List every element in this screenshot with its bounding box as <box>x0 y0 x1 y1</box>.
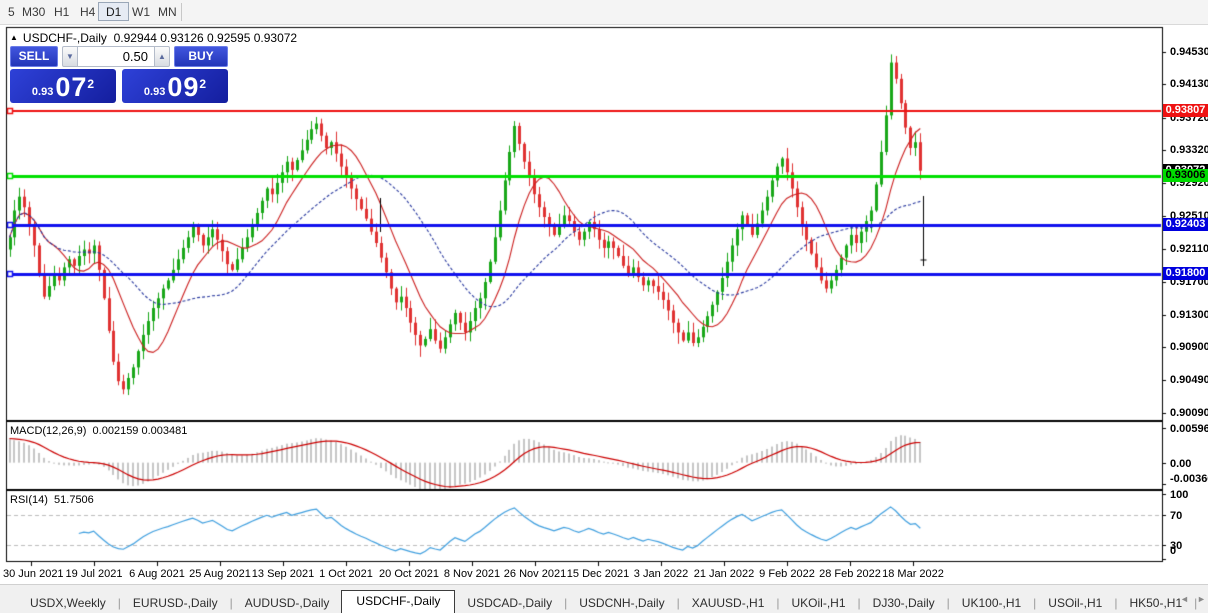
volume-increase-button[interactable]: ▲ <box>154 46 170 67</box>
tab-eurusd-daily[interactable]: EURUSD-,Daily <box>121 593 230 613</box>
tab-dj30-daily[interactable]: DJ30-,Daily <box>861 593 947 613</box>
buy-price-box[interactable]: 0.93 09 2 <box>122 69 228 103</box>
tab-uk100-h1[interactable]: UK100-,H1 <box>950 593 1033 613</box>
macd-indicator-label: MACD(12,26,9) 0.002159 0.003481 <box>10 425 187 437</box>
price-axis-tick: 0.94130 <box>1170 78 1208 90</box>
price-axis-tick: 0.94530 <box>1170 46 1208 58</box>
date-axis-label: 6 Aug 2021 <box>129 568 185 580</box>
sell-button[interactable]: SELL <box>10 46 58 67</box>
date-axis-label: 9 Feb 2022 <box>759 568 815 580</box>
price-axis-tick: 0.90490 <box>1170 374 1208 386</box>
price-axis-tick: 0.91300 <box>1170 309 1208 321</box>
macd-values: 0.002159 0.003481 <box>93 425 188 437</box>
tab-usdchf-daily[interactable]: USDCHF-,Daily <box>341 590 455 613</box>
date-axis-label: 13 Sep 2021 <box>252 568 314 580</box>
buy-button[interactable]: BUY <box>174 46 228 67</box>
macd-axis-tick: 0.00 <box>1170 458 1191 470</box>
volume-input[interactable] <box>78 46 154 67</box>
date-axis-label: 26 Nov 2021 <box>504 568 566 580</box>
tab-xauusd-h1[interactable]: XAUUSD-,H1 <box>680 593 777 613</box>
rsi-axis-tick: 0 <box>1170 545 1176 557</box>
rsi-axis-tick: 100 <box>1170 489 1188 501</box>
date-axis-label: 25 Aug 2021 <box>189 568 251 580</box>
date-axis-label: 21 Jan 2022 <box>694 568 755 580</box>
date-axis-label: 30 Jun 2021 <box>3 568 64 580</box>
tab-usdcad-daily[interactable]: USDCAD-,Daily <box>455 593 564 613</box>
price-axis-tick: 0.90900 <box>1170 341 1208 353</box>
macd-axis-tick: -0.003664 <box>1170 473 1208 485</box>
rsi-name: RSI(14) <box>10 494 48 506</box>
buy-price-digits: 09 <box>167 74 199 100</box>
mt4-window: 5M30H1H4D1W1MN ▲ USDCHF-,Daily 0.92944 0.… <box>0 0 1208 613</box>
tab-audusd-daily[interactable]: AUDUSD-,Daily <box>233 593 342 613</box>
tab-usdx-weekly[interactable]: USDX,Weekly <box>18 593 118 613</box>
chart-title: ▲ USDCHF-,Daily 0.92944 0.93126 0.92595 0… <box>10 31 297 45</box>
sell-price-digits: 07 <box>55 74 87 100</box>
rsi-indicator-label: RSI(14) 51.7506 <box>10 494 94 506</box>
tab-usoil-h1[interactable]: USOil-,H1 <box>1036 593 1114 613</box>
timeframe-button-mn[interactable]: MN <box>150 2 185 21</box>
date-axis-label: 20 Oct 2021 <box>379 568 439 580</box>
tabs-scroll-right-icon[interactable]: ► <box>1197 594 1206 604</box>
price-axis-tick: 0.92110 <box>1170 243 1208 255</box>
price-line-label: 0.91800 <box>1163 267 1208 280</box>
tab-usdcnh-daily[interactable]: USDCNH-,Daily <box>567 593 676 613</box>
sell-price-pipette: 2 <box>87 69 94 99</box>
macd-axis-tick: 0.005963 <box>1170 423 1208 435</box>
macd-name: MACD(12,26,9) <box>10 425 86 437</box>
date-axis-label: 19 Jul 2021 <box>66 568 123 580</box>
timeframe-toolbar: 5M30H1H4D1W1MN <box>0 0 1208 25</box>
chart-tab-bar: USDX,Weekly|EURUSD-,Daily|AUDUSD-,DailyU… <box>0 584 1208 613</box>
tabs-scroll-left-icon[interactable]: ◄ <box>1180 594 1189 604</box>
chart-symbol-label: USDCHF-,Daily <box>23 31 107 45</box>
buy-price-pipette: 2 <box>199 69 206 99</box>
sell-price-prefix: 0.93 <box>32 85 53 100</box>
chart-tabs: USDX,Weekly|EURUSD-,Daily|AUDUSD-,DailyU… <box>18 591 1197 613</box>
date-axis-label: 15 Dec 2021 <box>567 568 629 580</box>
one-click-collapse-icon[interactable]: ▲ <box>10 33 18 42</box>
date-axis-label: 1 Oct 2021 <box>319 568 373 580</box>
one-click-trading-panel: SELL ▼ ▲ BUY 0.93 07 2 0.93 09 2 <box>10 46 228 103</box>
price-line-label: 0.93807 <box>1163 104 1208 117</box>
date-axis-label: 18 Mar 2022 <box>882 568 944 580</box>
date-axis-label: 8 Nov 2021 <box>444 568 500 580</box>
rsi-axis-tick: 70 <box>1170 510 1182 522</box>
chart-ohlc-values: 0.92944 0.93126 0.92595 0.93072 <box>114 31 298 45</box>
buy-price-prefix: 0.93 <box>144 85 165 100</box>
date-axis-label: 28 Feb 2022 <box>819 568 881 580</box>
price-axis-tick: 0.93320 <box>1170 144 1208 156</box>
tab-ukoil-h1[interactable]: UKOil-,H1 <box>780 593 858 613</box>
price-line-label: 0.92403 <box>1163 218 1208 231</box>
volume-decrease-button[interactable]: ▼ <box>62 46 78 67</box>
sell-price-box[interactable]: 0.93 07 2 <box>10 69 116 103</box>
date-axis-label: 3 Jan 2022 <box>634 568 688 580</box>
price-axis-tick: 0.90090 <box>1170 407 1208 419</box>
rsi-value: 51.7506 <box>54 494 94 506</box>
price-line-label: 0.93006 <box>1163 169 1208 182</box>
